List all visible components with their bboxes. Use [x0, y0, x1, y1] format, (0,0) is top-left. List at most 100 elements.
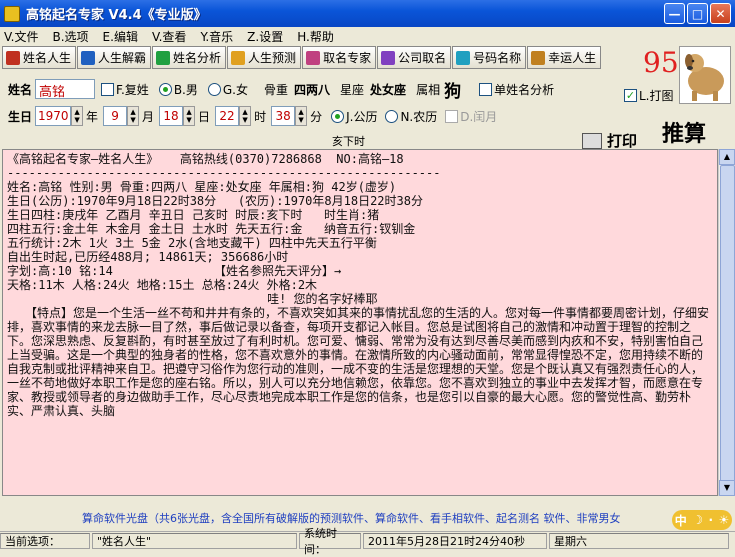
toolbar-name-life-button[interactable]: 姓名人生: [2, 46, 77, 69]
month-unit: 月: [142, 109, 155, 124]
status-weekday: 星期六: [549, 532, 729, 549]
close-button[interactable]: ✕: [710, 3, 731, 24]
print-button-label: 打印: [607, 132, 638, 150]
result-text-area[interactable]: 《高铭起名专家—姓名人生》 高铭热线(0370)7286868 NO:高铭—18…: [2, 149, 718, 496]
star-sign-label: 星座: [340, 82, 365, 97]
toolbar-name-analysis-button[interactable]: 姓名分析: [152, 46, 227, 69]
zodiac-value: 狗: [444, 81, 462, 102]
solar-radio[interactable]: [331, 109, 345, 123]
zodiac-dog-image: [679, 46, 731, 104]
menu-file[interactable]: V.文件: [4, 28, 38, 45]
result-line: 五行统计:2木 1火 3土 5金 2水(含地支藏干) 四柱中先天五行平衡: [7, 236, 377, 250]
score-value: 95: [643, 46, 679, 79]
day-spin-arrows[interactable]: ▲ ▼: [183, 106, 196, 126]
result-line: 哇! 您的名字好棒耶: [7, 292, 378, 306]
name-label: 姓名: [8, 82, 33, 97]
status-time-label: 系统时间：: [299, 527, 361, 556]
maximize-button[interactable]: □: [687, 3, 708, 24]
lunar-radio[interactable]: [385, 109, 399, 123]
lucky-icon: [531, 50, 546, 65]
toolbar-life-analysis-button[interactable]: 人生解霸: [77, 46, 152, 69]
result-line: 天格:11木 人格:24火 地格:15土 总格:24火 外格:2木: [7, 278, 318, 292]
title-bar: 高铭起名专家 V4.4《专业版》 — □ ✕: [0, 0, 735, 27]
menu-view[interactable]: V.查看: [152, 28, 186, 45]
life-analysis-icon: [81, 50, 96, 65]
year-spin-arrows[interactable]: ▲ ▼: [71, 106, 84, 126]
single-name-checkbox[interactable]: [479, 82, 493, 96]
result-line: 自出生时起,已历经488月; 14861天; 356686小时: [7, 250, 289, 264]
calculate-button[interactable]: 推算: [662, 116, 706, 148]
hour-value[interactable]: 22: [215, 106, 240, 126]
toolbar-company-naming-button[interactable]: 公司取名: [377, 46, 452, 69]
birth-label: 生日: [8, 109, 33, 124]
vertical-scrollbar[interactable]: ▲ ▼: [718, 149, 735, 496]
hour-unit: 时: [254, 109, 267, 124]
month-spinner[interactable]: 9 ▲ ▼: [103, 106, 140, 126]
scroll-thumb[interactable]: [720, 165, 735, 483]
day-spinner[interactable]: 18 ▲ ▼: [159, 106, 196, 126]
result-divider: ----------------------------------------…: [7, 166, 441, 180]
zodiac-label: 属相: [416, 82, 441, 97]
ime-sun-icon[interactable]: ☀: [718, 513, 729, 527]
status-current-option: "姓名人生": [92, 532, 297, 549]
leap-month-checkbox[interactable]: [445, 109, 459, 123]
toolbar-naming-expert-button[interactable]: 取名专家: [302, 46, 377, 69]
menu-help[interactable]: H.帮助: [297, 28, 334, 45]
fuxing-label: F.复姓: [116, 82, 149, 97]
print-button[interactable]: 打印: [582, 130, 637, 151]
person-icon: [231, 50, 246, 65]
minute-unit: 分: [310, 109, 323, 124]
name-life-icon: [6, 50, 20, 65]
bone-weight-label: 骨重: [264, 82, 289, 97]
ime-dot-icon[interactable]: ·: [708, 513, 713, 527]
ime-toolbar[interactable]: 中 ☽ · ☀: [672, 510, 732, 530]
leap-month-label: D.闰月: [460, 109, 498, 124]
minute-spin-arrows[interactable]: ▲ ▼: [295, 106, 308, 126]
menu-edit[interactable]: E.编辑: [103, 28, 138, 45]
result-line: 生日四柱:庚戌年 乙酉月 辛丑日 己亥时 时辰:亥下时 时生肖:猪: [7, 208, 380, 222]
print-chart-checkbox[interactable]: [624, 89, 637, 102]
toolbar-life-predict-button[interactable]: 人生预测: [227, 46, 302, 69]
scroll-down-icon[interactable]: ▼: [719, 480, 735, 496]
month-spin-arrows[interactable]: ▲ ▼: [127, 106, 140, 126]
toolbar: 姓名人生 人生解霸 姓名分析 人生预测 取名专家 公司取名 号码名称 幸运人生: [0, 46, 672, 70]
print-chart-label: L.打图: [639, 89, 674, 103]
status-bar: 当前选项： "姓名人生" 系统时间： 2011年5月28日21时24分40秒 星…: [0, 527, 735, 556]
result-line: 姓名:高铭 性别:男 骨重:四两八 星座:处女座 年属相:狗 42岁(虚岁): [7, 180, 397, 194]
minimize-button[interactable]: —: [664, 3, 685, 24]
year-spinner[interactable]: 1970 ▲ ▼: [35, 106, 84, 126]
star-sign-value: 处女座: [370, 82, 407, 97]
male-label: B.男: [173, 82, 198, 97]
month-value[interactable]: 9: [103, 106, 128, 126]
single-name-label: 单姓名分析: [494, 82, 555, 97]
name-input[interactable]: 高铭: [35, 79, 96, 100]
result-line: 生日(公历):1970年9月18日22时38分 (农历):1970年8月18日2…: [7, 194, 423, 208]
hour-name-label: 亥下时: [332, 135, 365, 148]
menu-options[interactable]: B.选项: [52, 28, 88, 45]
menu-music[interactable]: Y.音乐: [200, 28, 233, 45]
day-value[interactable]: 18: [159, 106, 184, 126]
scroll-up-icon[interactable]: ▲: [719, 149, 735, 165]
number-icon: [456, 50, 471, 65]
ime-moon-icon[interactable]: ☽: [692, 513, 703, 527]
hour-spinner[interactable]: 22 ▲ ▼: [215, 106, 252, 126]
male-radio[interactable]: [158, 82, 172, 96]
solar-label: J.公历: [346, 109, 378, 124]
hour-spin-arrows[interactable]: ▲ ▼: [239, 106, 252, 126]
lunar-label: N.农历: [400, 109, 438, 124]
company-icon: [381, 50, 396, 65]
book-icon: [156, 50, 171, 65]
minute-spinner[interactable]: 38 ▲ ▼: [271, 106, 308, 126]
minute-value[interactable]: 38: [271, 106, 296, 126]
ime-chinese-icon[interactable]: 中: [675, 512, 687, 529]
menu-settings[interactable]: Z.设置: [247, 28, 283, 45]
fuxing-checkbox[interactable]: [101, 82, 115, 96]
result-line: 《高铭起名专家—姓名人生》 高铭热线(0370)7286868 NO:高铭—18: [7, 152, 404, 166]
app-icon: [4, 5, 20, 22]
status-time: 2011年5月28日21时24分40秒: [363, 532, 547, 549]
female-radio[interactable]: [207, 82, 221, 96]
print-chart-option: L.打图: [622, 87, 674, 104]
year-value[interactable]: 1970: [35, 106, 72, 126]
toolbar-number-name-button[interactable]: 号码名称: [452, 46, 527, 69]
toolbar-lucky-life-button[interactable]: 幸运人生: [527, 46, 602, 69]
